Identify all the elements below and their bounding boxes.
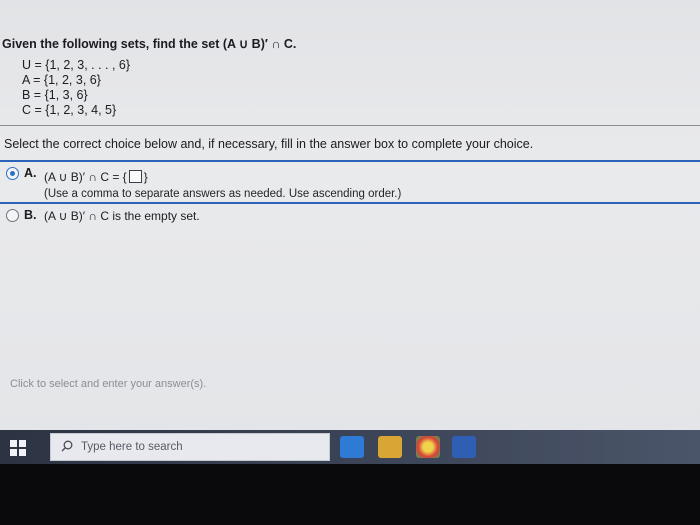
choice-a[interactable]: A. (A ∪ B)′ ∩ C = {} (Use a comma to sep… — [0, 160, 700, 204]
set-c: C = {1, 2, 3, 4, 5} — [22, 103, 117, 117]
choice-b-radio[interactable] — [6, 209, 19, 222]
choice-b-text[interactable]: (A ∪ B)′ ∩ C is the empty set. — [44, 209, 200, 223]
search-icon — [61, 440, 73, 452]
choice-a-expression-prefix: (A ∪ B)′ ∩ C = { — [44, 170, 127, 184]
set-a: A = {1, 2, 3, 6} — [22, 73, 101, 87]
status-message: Click to select and enter your answer(s)… — [10, 378, 207, 390]
choice-a-radio[interactable] — [6, 167, 19, 180]
divider — [0, 125, 700, 126]
choice-a-expression: (A ∪ B)′ ∩ C = {} — [44, 170, 148, 184]
question-prompt: Given the following sets, find the set (… — [2, 37, 297, 51]
set-definitions: U = {1, 2, 3, . . . , 6} A = {1, 2, 3, 6… — [22, 58, 130, 118]
windows-start-icon[interactable] — [10, 440, 26, 456]
answer-input-box[interactable] — [128, 170, 142, 183]
choice-b-letter: B. — [24, 208, 37, 222]
chrome-icon[interactable] — [416, 436, 440, 458]
browser-viewport: Given the following sets, find the set (… — [0, 0, 700, 432]
taskbar-search[interactable]: Type here to search — [50, 433, 330, 461]
choice-a-hint: (Use a comma to separate answers as need… — [44, 188, 402, 200]
word-icon[interactable] — [452, 436, 476, 458]
instruction-text: Select the correct choice below and, if … — [4, 137, 534, 151]
file-explorer-icon[interactable] — [378, 436, 402, 458]
search-placeholder: Type here to search — [81, 441, 183, 453]
choice-a-expression-suffix: } — [143, 170, 148, 184]
set-u: U = {1, 2, 3, . . . , 6} — [22, 58, 131, 72]
choice-a-letter: A. — [24, 166, 37, 180]
edge-icon[interactable] — [340, 436, 364, 458]
monitor-bezel — [0, 464, 700, 525]
set-b: B = {1, 3, 6} — [22, 88, 88, 102]
